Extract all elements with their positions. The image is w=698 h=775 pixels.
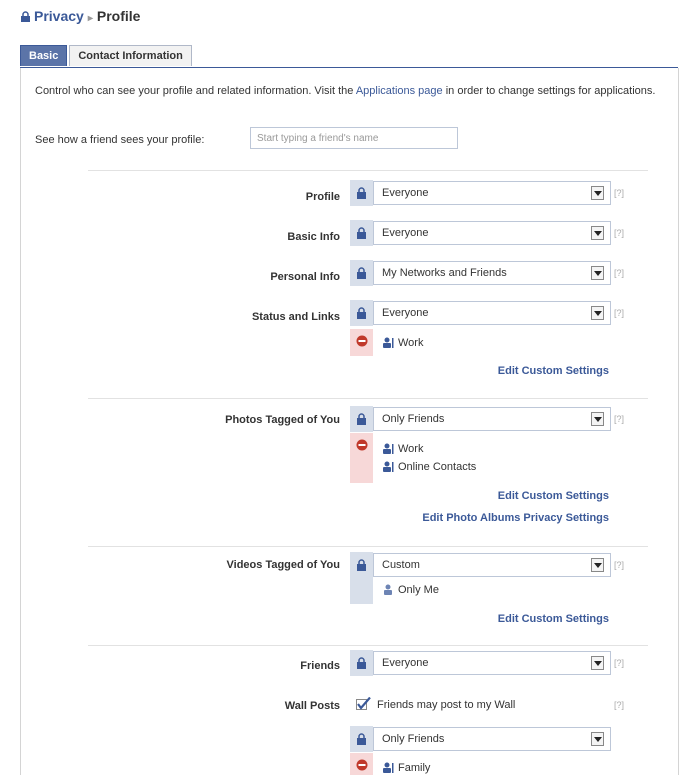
applications-page-link[interactable]: Applications page: [356, 85, 443, 97]
chevron-down-icon: [591, 306, 604, 320]
videos-tagged-allow-box: [350, 578, 373, 604]
tab-bar: Basic Contact Information: [20, 45, 194, 67]
lock-icon: [21, 11, 30, 22]
breadcrumb-privacy-link[interactable]: Privacy: [34, 8, 84, 24]
basic-info-privacy-value: Everyone: [382, 227, 429, 239]
friends-help-link[interactable]: [?]: [614, 658, 624, 668]
photos-tagged-help-link[interactable]: [?]: [614, 414, 624, 424]
basic-info-label: Basic Info: [287, 231, 340, 243]
divider: [88, 546, 648, 547]
personal-info-lock-icon: [350, 260, 373, 286]
chevron-down-icon: [591, 186, 604, 200]
basic-info-lock-icon: [350, 220, 373, 246]
status-links-privacy-select[interactable]: Everyone: [373, 301, 611, 325]
page-title: Profile: [96, 8, 141, 24]
breadcrumb: Privacy ▸ Profile: [20, 8, 140, 24]
chevron-down-icon: [591, 266, 604, 280]
excluded-item-label: Work: [398, 443, 424, 455]
divider: [88, 645, 648, 646]
status-links-lock-icon: [350, 300, 373, 326]
basic-info-help-link[interactable]: [?]: [614, 228, 624, 238]
friends-privacy-select[interactable]: Everyone: [373, 651, 611, 675]
wall-posts-checkbox[interactable]: [356, 697, 372, 711]
wall-posts-privacy-value: Only Friends: [382, 733, 445, 745]
list-item: Only Me: [382, 584, 439, 596]
wall-posts-help-link[interactable]: [?]: [614, 700, 624, 710]
status-links-privacy-value: Everyone: [382, 307, 429, 319]
chevron-down-icon: [591, 656, 604, 670]
profile-help-link[interactable]: [?]: [614, 188, 624, 198]
chevron-down-icon: [591, 732, 604, 746]
excluded-item-label: Family: [398, 762, 431, 774]
friend-list-icon: [383, 461, 394, 472]
intro-text-after: in order to change settings for applicat…: [442, 85, 656, 97]
videos-tagged-privacy-select[interactable]: Custom: [373, 553, 611, 577]
chevron-down-icon: [591, 226, 604, 240]
preview-label: See how a friend sees your profile:: [35, 134, 205, 146]
divider: [88, 170, 648, 171]
wall-posts-exclude-icon: [350, 753, 373, 775]
status-links-help-link[interactable]: [?]: [614, 308, 624, 318]
wall-posts-checkbox-label[interactable]: Friends may post to my Wall: [377, 699, 515, 711]
photos-tagged-privacy-value: Only Friends: [382, 413, 445, 425]
friend-name-input[interactable]: [250, 127, 458, 149]
videos-tagged-lock-icon: [350, 552, 373, 578]
network-icon: [383, 443, 394, 454]
excluded-item-label: Work: [398, 337, 424, 349]
personal-info-help-link[interactable]: [?]: [614, 268, 624, 278]
friends-label: Friends: [300, 660, 340, 672]
breadcrumb-separator: ▸: [87, 13, 93, 24]
excluded-item-label: Online Contacts: [398, 461, 477, 473]
profile-privacy-select[interactable]: Everyone: [373, 181, 611, 205]
friend-list-icon: [383, 762, 394, 773]
photos-tagged-privacy-select[interactable]: Only Friends: [373, 407, 611, 431]
list-item: Family: [382, 762, 430, 774]
list-item: Online Contacts: [382, 461, 476, 473]
photos-tagged-exclude-icon: [350, 433, 373, 483]
status-links-edit-custom-link[interactable]: Edit Custom Settings: [498, 365, 609, 377]
friends-lock-icon: [350, 650, 373, 676]
status-links-exclude-icon: [350, 329, 373, 356]
videos-tagged-label: Videos Tagged of You: [226, 559, 340, 571]
tab-contact-information[interactable]: Contact Information: [69, 45, 192, 66]
profile-label: Profile: [305, 191, 340, 203]
intro-text: Control who can see your profile and rel…: [35, 84, 665, 98]
status-links-label: Status and Links: [251, 311, 340, 323]
person-icon: [384, 584, 392, 595]
tab-basic[interactable]: Basic: [20, 45, 68, 66]
videos-tagged-edit-custom-link[interactable]: Edit Custom Settings: [498, 613, 609, 625]
friends-privacy-value: Everyone: [382, 657, 429, 669]
intro-text-before: Control who can see your profile and rel…: [35, 85, 356, 97]
photos-tagged-lock-icon: [350, 406, 373, 432]
list-item: Work: [382, 443, 423, 455]
photos-tagged-label: Photos Tagged of You: [225, 414, 340, 426]
chevron-down-icon: [591, 412, 604, 426]
profile-privacy-value: Everyone: [382, 187, 429, 199]
profile-lock-icon: [350, 180, 373, 206]
chevron-down-icon: [591, 558, 604, 572]
wall-posts-privacy-select[interactable]: Only Friends: [373, 727, 611, 751]
wall-posts-lock-icon: [350, 726, 373, 752]
personal-info-label: Personal Info: [270, 271, 340, 283]
edit-photo-albums-privacy-link[interactable]: Edit Photo Albums Privacy Settings: [422, 512, 609, 524]
personal-info-privacy-value: My Networks and Friends: [382, 267, 507, 279]
divider: [88, 398, 648, 399]
allowed-item-label: Only Me: [398, 584, 439, 596]
basic-info-privacy-select[interactable]: Everyone: [373, 221, 611, 245]
wall-posts-label: Wall Posts: [284, 700, 340, 712]
photos-tagged-edit-custom-link[interactable]: Edit Custom Settings: [498, 490, 609, 502]
videos-tagged-help-link[interactable]: [?]: [614, 560, 624, 570]
personal-info-privacy-select[interactable]: My Networks and Friends: [373, 261, 611, 285]
videos-tagged-privacy-value: Custom: [382, 559, 420, 571]
network-icon: [383, 337, 394, 348]
list-item: Work: [382, 337, 423, 349]
